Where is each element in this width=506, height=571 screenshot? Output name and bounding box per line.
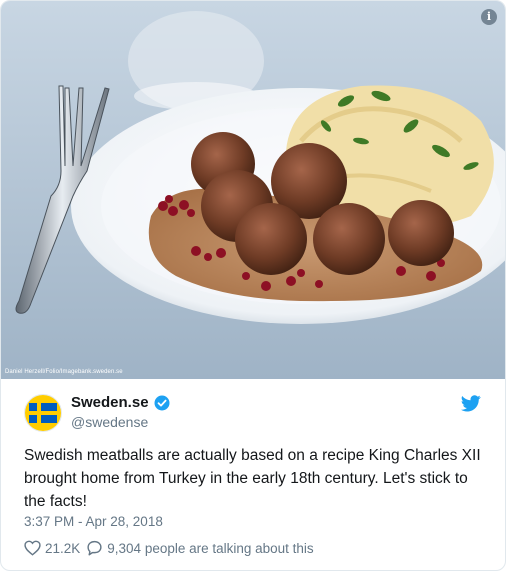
tweet-actions: 21.2K 9,304 people are talking about thi… xyxy=(24,540,320,556)
heart-icon xyxy=(24,540,41,556)
tweet-photo[interactable]: Daniel Herzell/Folio/Imagebank.sweden.se… xyxy=(1,1,505,379)
tweet-text: Swedish meatballs are actually based on … xyxy=(24,447,481,510)
tweet-timestamp[interactable]: 3:37 PM - Apr 28, 2018 xyxy=(24,514,163,529)
tweet-card: Daniel Herzell/Folio/Imagebank.sweden.se… xyxy=(0,0,506,571)
swedish-flag-icon xyxy=(25,395,61,431)
twitter-bird-icon[interactable] xyxy=(461,395,481,412)
photo-credit: Daniel Herzell/Folio/Imagebank.sweden.se xyxy=(5,369,123,375)
like-button[interactable]: 21.2K xyxy=(24,540,80,556)
conversation-button[interactable]: 9,304 people are talking about this xyxy=(86,540,314,556)
conversation-text: 9,304 people are talking about this xyxy=(107,540,314,556)
user-handle[interactable]: @swedense xyxy=(71,414,148,430)
display-name[interactable]: Sweden.se xyxy=(71,394,149,411)
avatar[interactable] xyxy=(24,394,62,432)
info-icon[interactable]: i xyxy=(481,9,497,25)
tweet-body: Sweden.se @swedense Swedish meatballs ar… xyxy=(1,379,505,570)
speech-bubble-icon xyxy=(87,540,102,556)
meatballs-photo xyxy=(1,1,505,379)
verified-badge-icon xyxy=(154,395,170,410)
display-name-row[interactable]: Sweden.se xyxy=(71,394,170,411)
like-count: 21.2K xyxy=(45,540,81,556)
